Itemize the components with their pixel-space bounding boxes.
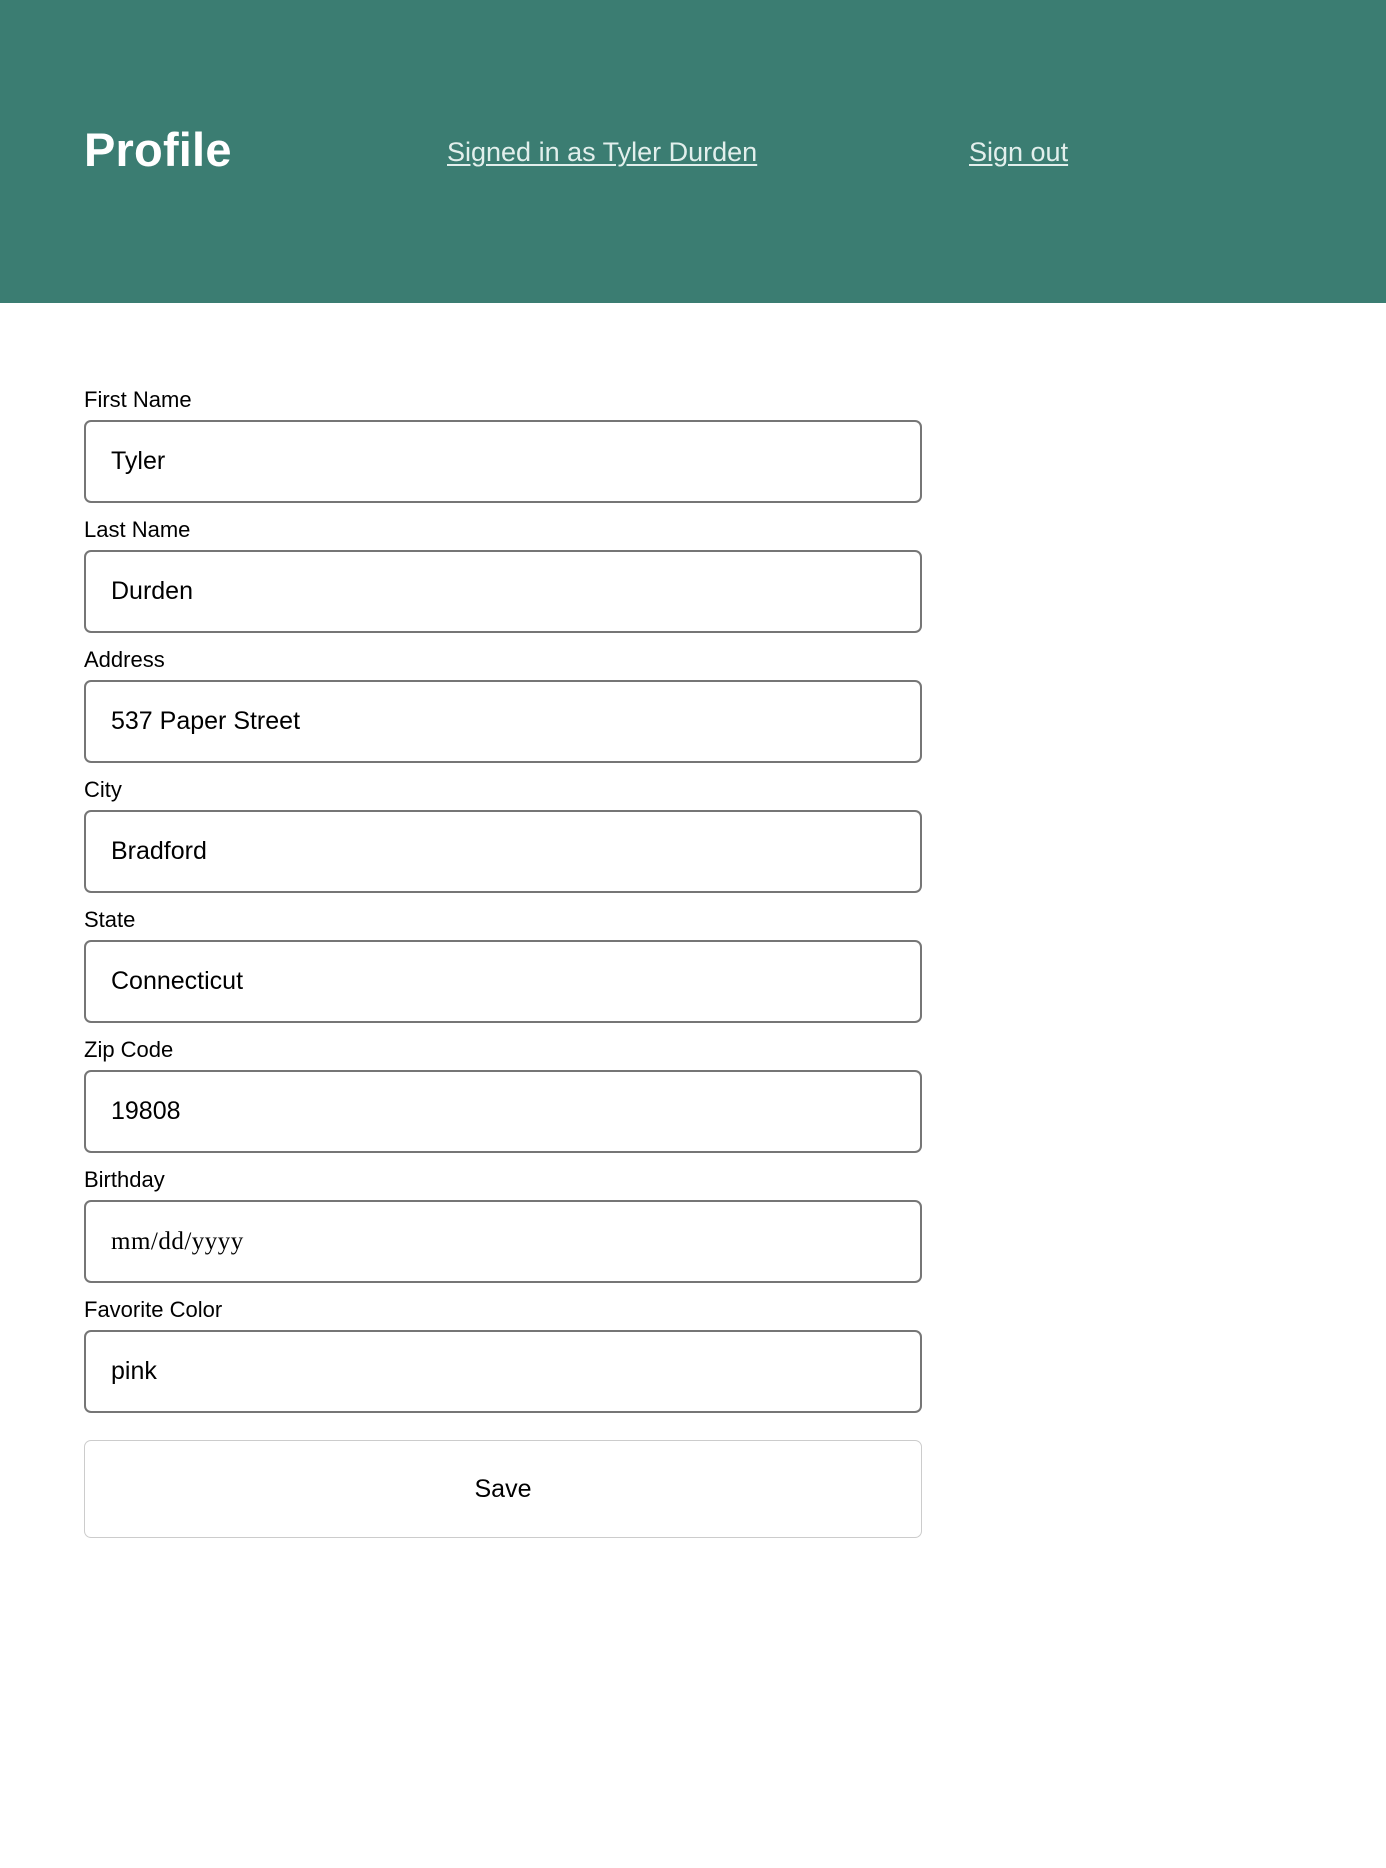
page-body: First Name Last Name Address City State … bbox=[0, 303, 1386, 1868]
field-group-first-name: First Name bbox=[84, 385, 922, 503]
label-last-name: Last Name bbox=[84, 517, 191, 542]
profile-form: First Name Last Name Address City State … bbox=[84, 385, 922, 1538]
field-group-birthday: Birthday bbox=[84, 1165, 922, 1283]
field-group-zip-code: Zip Code bbox=[84, 1035, 922, 1153]
field-group-state: State bbox=[84, 905, 922, 1023]
city-input[interactable] bbox=[84, 810, 922, 893]
zip-code-input[interactable] bbox=[84, 1070, 922, 1153]
page-title: Profile bbox=[84, 123, 232, 176]
label-first-name: First Name bbox=[84, 387, 192, 412]
field-group-last-name: Last Name bbox=[84, 515, 922, 633]
sign-out-link[interactable]: Sign out bbox=[969, 134, 1068, 170]
field-group-favorite-color: Favorite Color bbox=[84, 1295, 922, 1413]
save-button[interactable]: Save bbox=[84, 1440, 922, 1538]
address-input[interactable] bbox=[84, 680, 922, 763]
signed-in-as-link[interactable]: Signed in as Tyler Durden bbox=[447, 134, 757, 170]
label-address: Address bbox=[84, 647, 165, 672]
birthday-input[interactable] bbox=[84, 1200, 922, 1283]
header-content: Profile Signed in as Tyler Durden Sign o… bbox=[84, 0, 1302, 303]
label-city: City bbox=[84, 777, 122, 802]
field-group-address: Address bbox=[84, 645, 922, 763]
label-state: State bbox=[84, 907, 136, 932]
favorite-color-input[interactable] bbox=[84, 1330, 922, 1413]
last-name-input[interactable] bbox=[84, 550, 922, 633]
field-group-city: City bbox=[84, 775, 922, 893]
page-header: Profile Signed in as Tyler Durden Sign o… bbox=[0, 0, 1386, 303]
label-birthday: Birthday bbox=[84, 1167, 165, 1192]
first-name-input[interactable] bbox=[84, 420, 922, 503]
state-input[interactable] bbox=[84, 940, 922, 1023]
label-zip-code: Zip Code bbox=[84, 1037, 174, 1062]
label-favorite-color: Favorite Color bbox=[84, 1297, 223, 1322]
